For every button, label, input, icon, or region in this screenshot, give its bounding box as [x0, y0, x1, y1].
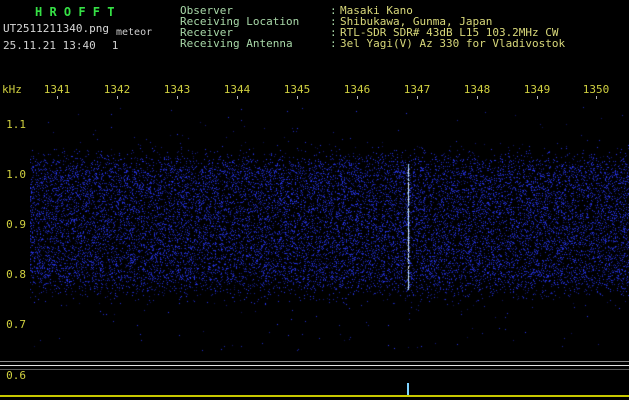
x-tick-label: 1345	[283, 83, 311, 96]
info-label: Receiving Antenna	[180, 37, 293, 50]
y-tick-label: 1.1	[6, 118, 26, 131]
y-tick-label: 1.0	[6, 168, 26, 181]
y-tick-label: 0.8	[6, 268, 26, 281]
info-colon: :	[330, 37, 337, 50]
x-tick-label: 1341	[43, 83, 71, 96]
app-title: H R O F F T	[35, 5, 115, 19]
mode-label: meteor	[116, 27, 153, 38]
echo-time-marker	[407, 383, 409, 395]
station-info: Observer: Masaki Kano Receiving Location:…	[180, 5, 565, 49]
x-tick-label: 1343	[163, 83, 191, 96]
y-axis-unit: kHz	[2, 83, 22, 96]
level-graph-line	[0, 361, 629, 362]
info-row-antenna: Receiving Antenna:3el Yagi(V) Az 330 for…	[180, 38, 565, 49]
x-tick-label: 1346	[343, 83, 371, 96]
time-baseline	[0, 395, 629, 397]
counter-value: 1	[111, 39, 119, 52]
y-tick-label: 0.7	[6, 318, 26, 331]
datetime-label: 25.11.21 13:40 1	[3, 39, 118, 52]
y-tick-label: 0.6	[6, 369, 26, 382]
x-tick-label: 1349	[523, 83, 551, 96]
x-tick-label: 1350	[582, 83, 610, 96]
info-value: 3el Yagi(V) Az 330 for Vladivostok	[340, 37, 566, 50]
level-graph-line	[0, 369, 629, 370]
datetime-value: 25.11.21 13:40	[3, 39, 96, 52]
spectrogram-canvas	[30, 99, 629, 357]
y-tick-label: 0.9	[6, 218, 26, 231]
x-tick-label: 1348	[463, 83, 491, 96]
x-tick-label: 1342	[103, 83, 131, 96]
x-tick-label: 1347	[403, 83, 431, 96]
hrofft-output-window: H R O F F T UT2511211340.png meteor 25.1…	[0, 0, 629, 400]
x-tick-label: 1344	[223, 83, 251, 96]
capture-filename: UT2511211340.png	[3, 22, 109, 35]
level-graph-line	[0, 365, 629, 366]
